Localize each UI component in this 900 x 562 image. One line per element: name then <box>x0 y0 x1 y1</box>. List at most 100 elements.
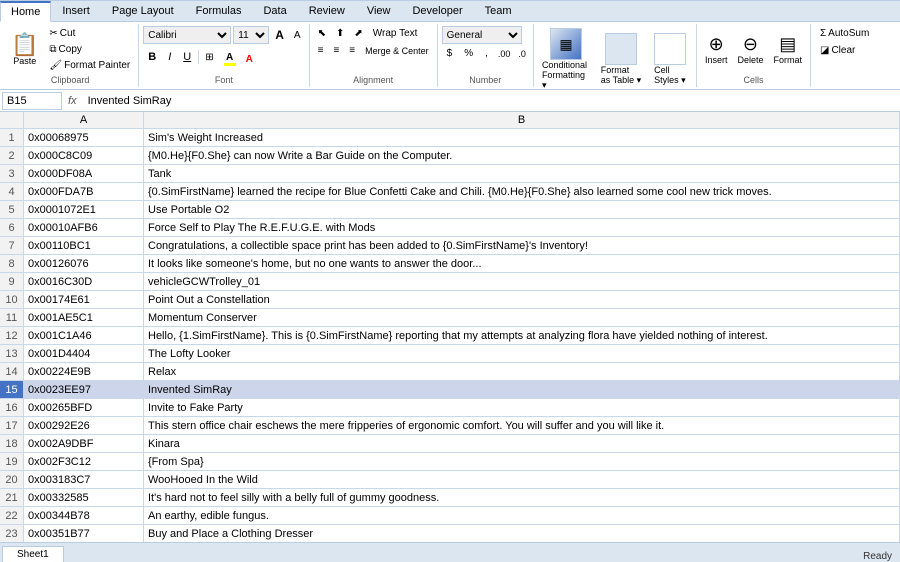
bold-button[interactable]: B <box>143 49 161 65</box>
cell-a[interactable]: 0x001D4404 <box>24 345 144 362</box>
align-left-button[interactable]: ≡ <box>314 43 328 58</box>
table-row[interactable]: 110x001AE5C1Momentum Conserver <box>0 309 900 327</box>
table-row[interactable]: 220x00344B78An earthy, edible fungus. <box>0 507 900 525</box>
comma-button[interactable]: , <box>480 46 493 61</box>
table-row[interactable]: 180x002A9DBFKinara <box>0 435 900 453</box>
cell-b[interactable]: The Lofty Looker <box>144 345 900 362</box>
cell-a[interactable]: 0x00068975 <box>24 129 144 146</box>
align-center-button[interactable]: ≡ <box>329 43 343 58</box>
fill-color-button[interactable]: A <box>220 46 240 68</box>
table-row[interactable]: 10x00068975Sim's Weight Increased <box>0 129 900 147</box>
cell-a[interactable]: 0x00224E9B <box>24 363 144 380</box>
autosum-button[interactable]: Σ AutoSum <box>815 26 874 41</box>
ribbon-tab-view[interactable]: View <box>356 1 402 21</box>
ribbon-tab-team[interactable]: Team <box>474 1 523 21</box>
cell-b[interactable]: Invite to Fake Party <box>144 399 900 416</box>
cell-b[interactable]: WooHooed In the Wild <box>144 471 900 488</box>
cell-styles-button[interactable]: CellStyles ▾ <box>648 31 692 88</box>
cell-b[interactable]: Momentum Conserver <box>144 309 900 326</box>
table-row[interactable]: 70x00110BC1Congratulations, a collectibl… <box>0 237 900 255</box>
table-row[interactable]: 90x0016C30DvehicleGCWTrolley_01 <box>0 273 900 291</box>
cell-b[interactable]: Tank <box>144 165 900 182</box>
align-top-left-button[interactable]: ⬉ <box>314 26 330 41</box>
cell-b[interactable]: Congratulations, a collectible space pri… <box>144 237 900 254</box>
table-row[interactable]: 50x0001072E1Use Portable O2 <box>0 201 900 219</box>
cell-a[interactable]: 0x00351B77 <box>24 525 144 542</box>
table-row[interactable]: 120x001C1A46Hello, {1.SimFirstName}. Thi… <box>0 327 900 345</box>
clear-button[interactable]: ◪ Clear <box>815 43 874 58</box>
cell-a[interactable]: 0x00010AFB6 <box>24 219 144 236</box>
cell-reference-box[interactable] <box>2 92 62 110</box>
cell-a[interactable]: 0x00265BFD <box>24 399 144 416</box>
decrease-font-button[interactable]: A <box>290 28 305 43</box>
cell-b[interactable]: {0.SimFirstName} learned the recipe for … <box>144 183 900 200</box>
cell-a[interactable]: 0x00292E26 <box>24 417 144 434</box>
delete-button[interactable]: ⊖ Delete <box>733 32 767 67</box>
cell-a[interactable]: 0x00126076 <box>24 255 144 272</box>
sheet-tab-1[interactable]: Sheet1 <box>2 546 64 562</box>
cell-b[interactable]: It's hard not to feel silly with a belly… <box>144 489 900 506</box>
cell-b[interactable]: Kinara <box>144 435 900 452</box>
decrease-decimal-button[interactable]: .0 <box>515 46 529 61</box>
cell-b[interactable]: Hello, {1.SimFirstName}. This is {0.SimF… <box>144 327 900 344</box>
ribbon-tab-data[interactable]: Data <box>252 1 297 21</box>
cell-b[interactable]: Point Out a Constellation <box>144 291 900 308</box>
align-top-right-button[interactable]: ⬈ <box>350 26 366 41</box>
cell-b[interactable]: {From Spa} <box>144 453 900 470</box>
cell-a[interactable]: 0x001AE5C1 <box>24 309 144 326</box>
conditional-formatting-button[interactable]: ▦ ConditionalFormatting ▾ <box>538 26 594 93</box>
formula-input[interactable] <box>83 92 898 110</box>
cell-b[interactable]: Force Self to Play The R.E.F.U.G.E. with… <box>144 219 900 236</box>
cell-a[interactable]: 0x0016C30D <box>24 273 144 290</box>
ribbon-tab-formulas[interactable]: Formulas <box>185 1 253 21</box>
merge-center-button[interactable]: Merge & Center <box>361 44 433 58</box>
cell-a[interactable]: 0x003183C7 <box>24 471 144 488</box>
table-row[interactable]: 190x002F3C12{From Spa} <box>0 453 900 471</box>
table-row[interactable]: 40x000FDA7B{0.SimFirstName} learned the … <box>0 183 900 201</box>
ribbon-tab-review[interactable]: Review <box>298 1 356 21</box>
format-painter-button[interactable]: 🖌 Format Painter <box>45 58 134 73</box>
cell-a[interactable]: 0x0001072E1 <box>24 201 144 218</box>
cell-b[interactable]: Relax <box>144 363 900 380</box>
align-top-center-button[interactable]: ⬆ <box>332 26 348 41</box>
table-row[interactable]: 230x00351B77Buy and Place a Clothing Dre… <box>0 525 900 542</box>
cell-b[interactable]: This stern office chair eschews the mere… <box>144 417 900 434</box>
cell-a[interactable]: 0x00344B78 <box>24 507 144 524</box>
table-row[interactable]: 200x003183C7WooHooed In the Wild <box>0 471 900 489</box>
cell-a[interactable]: 0x000C8C09 <box>24 147 144 164</box>
cell-b[interactable]: {M0.He}{F0.She} can now Write a Bar Guid… <box>144 147 900 164</box>
cell-a[interactable]: 0x000FDA7B <box>24 183 144 200</box>
ribbon-tab-insert[interactable]: Insert <box>51 1 101 21</box>
table-row[interactable]: 100x00174E61Point Out a Constellation <box>0 291 900 309</box>
align-right-button[interactable]: ≡ <box>345 43 359 58</box>
currency-button[interactable]: $ <box>442 46 458 61</box>
format-as-table-button[interactable]: Formatas Table ▾ <box>596 31 646 88</box>
increase-font-button[interactable]: A <box>271 26 288 44</box>
number-format-select[interactable]: General <box>442 26 522 44</box>
cut-button[interactable]: ✂ Cut <box>45 26 134 41</box>
cell-b[interactable]: Invented SimRay <box>144 381 900 398</box>
cell-a[interactable]: 0x0023EE97 <box>24 381 144 398</box>
cell-a[interactable]: 0x00332585 <box>24 489 144 506</box>
ribbon-tab-developer[interactable]: Developer <box>401 1 473 21</box>
cell-a[interactable]: 0x002A9DBF <box>24 435 144 452</box>
cell-a[interactable]: 0x00110BC1 <box>24 237 144 254</box>
cell-a[interactable]: 0x00174E61 <box>24 291 144 308</box>
cell-b[interactable]: It looks like someone's home, but no one… <box>144 255 900 272</box>
increase-decimal-button[interactable]: .00 <box>495 46 514 61</box>
table-row[interactable]: 150x0023EE97Invented SimRay <box>0 381 900 399</box>
table-row[interactable]: 140x00224E9BRelax <box>0 363 900 381</box>
italic-button[interactable]: I <box>163 49 176 65</box>
border-button[interactable]: ⊞ <box>201 50 217 65</box>
format-button[interactable]: ▤ Format <box>769 32 806 67</box>
copy-button[interactable]: ⧉ Copy <box>45 42 134 57</box>
table-row[interactable]: 30x000DF08ATank <box>0 165 900 183</box>
paste-button[interactable]: 📋 Paste <box>6 26 43 73</box>
cell-b[interactable]: An earthy, edible fungus. <box>144 507 900 524</box>
table-row[interactable]: 60x00010AFB6Force Self to Play The R.E.F… <box>0 219 900 237</box>
table-row[interactable]: 20x000C8C09{M0.He}{F0.She} can now Write… <box>0 147 900 165</box>
cell-b[interactable]: Sim's Weight Increased <box>144 129 900 146</box>
table-row[interactable]: 210x00332585It's hard not to feel silly … <box>0 489 900 507</box>
font-size-select[interactable]: 11 <box>233 26 269 44</box>
wrap-text-button[interactable]: Wrap Text <box>369 26 422 41</box>
